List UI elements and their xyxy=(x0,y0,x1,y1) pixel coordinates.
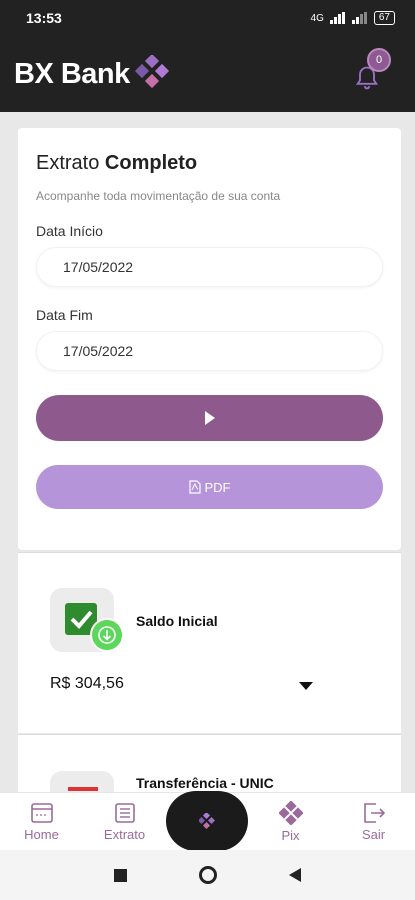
end-date-label: Data Fim xyxy=(36,307,93,323)
content-area[interactable]: Extrato Completo Acompanhe toda moviment… xyxy=(0,112,415,792)
signal-icon-2 xyxy=(351,12,367,24)
title-bold: Completo xyxy=(104,152,198,174)
transaction-title: Transferência - UNIC xyxy=(136,775,274,791)
recent-apps-button[interactable] xyxy=(114,868,127,882)
transaction-item[interactable]: Saldo Inicial R$ 304,56 xyxy=(18,553,401,733)
pix-diamond-icon xyxy=(278,800,303,825)
transaction-item[interactable]: Transferência - UNIC xyxy=(18,735,401,792)
network-type: 4G xyxy=(310,12,324,24)
status-bar: 13:53 4G 67 xyxy=(0,0,415,36)
transaction-amount: R$ 304,56 xyxy=(50,675,124,692)
brand-logo: BX Bank xyxy=(14,55,172,93)
nav-sair[interactable]: Sair xyxy=(332,793,415,850)
pdf-file-icon xyxy=(188,480,201,494)
notification-badge: 0 xyxy=(367,48,391,72)
page-title: Extrato Completo xyxy=(36,152,383,175)
status-icons: 4G 67 xyxy=(311,11,395,25)
end-date-field[interactable]: 17/05/2022 xyxy=(36,331,383,371)
notifications-button[interactable]: 0 xyxy=(351,48,391,94)
brand-name: BX Bank xyxy=(14,57,130,90)
expand-caret-icon[interactable] xyxy=(299,682,313,690)
center-action-button[interactable] xyxy=(166,791,248,851)
nav-sair-label: Sair xyxy=(361,826,386,842)
nav-home-label: Home xyxy=(24,826,59,842)
transaction-icon-box xyxy=(50,588,124,652)
deposit-arrow-icon xyxy=(90,618,124,652)
android-nav-bar xyxy=(0,850,415,900)
start-date-field[interactable]: 17/05/2022 xyxy=(36,247,383,287)
battery-icon: 67 xyxy=(373,11,395,25)
transaction-title: Saldo Inicial xyxy=(136,613,218,629)
bottom-nav: Home Extrato Pix Sair xyxy=(0,791,415,851)
nav-extrato-label: Extrato xyxy=(103,826,146,842)
home-system-button[interactable] xyxy=(199,866,217,884)
nav-pix[interactable]: Pix xyxy=(249,793,332,850)
bx-diamonds-icon xyxy=(199,813,215,829)
status-time: 13:53 xyxy=(26,10,62,26)
transfer-icon xyxy=(68,787,98,791)
logo-diamonds-icon xyxy=(134,55,169,89)
back-button[interactable] xyxy=(289,868,301,882)
title-light: Extrato xyxy=(36,152,100,174)
app-header: BX Bank 0 xyxy=(0,36,415,112)
pdf-button-label: PDF xyxy=(204,479,231,495)
transaction-icon-box xyxy=(50,771,114,792)
play-icon xyxy=(204,411,215,425)
home-icon xyxy=(30,802,53,823)
pdf-button[interactable]: PDF xyxy=(36,465,383,509)
document-icon xyxy=(114,802,135,823)
search-button[interactable] xyxy=(36,395,383,441)
page-subtitle: Acompanhe toda movimentação de sua conta xyxy=(36,189,281,203)
logout-icon xyxy=(363,802,385,823)
signal-icon xyxy=(329,12,345,24)
nav-pix-label: Pix xyxy=(281,827,300,843)
nav-home[interactable]: Home xyxy=(0,793,83,850)
nav-extrato[interactable]: Extrato xyxy=(83,793,166,850)
start-date-label: Data Início xyxy=(36,223,103,239)
statement-form-card: Extrato Completo Acompanhe toda moviment… xyxy=(18,128,401,550)
